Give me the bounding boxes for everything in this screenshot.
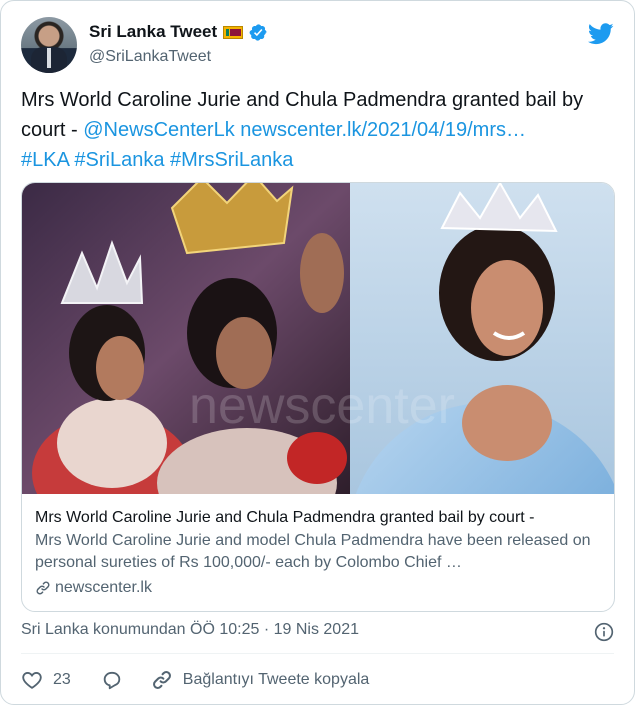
- tweet-timestamp[interactable]: Sri Lanka konumundan ÖÖ 10:25 · 19 Nis 2…: [21, 621, 359, 639]
- verified-badge-icon: [249, 23, 267, 41]
- card-site[interactable]: newscenter.lk: [35, 577, 602, 599]
- heart-icon: [22, 672, 42, 689]
- link-icon: [36, 581, 50, 595]
- info-icon[interactable]: [594, 622, 614, 642]
- card-body: Mrs World Caroline Jurie and Chula Padme…: [35, 507, 602, 599]
- hashtag-link[interactable]: #SriLanka: [74, 149, 164, 171]
- sri-lanka-flag-icon: [223, 25, 244, 39]
- tweet-embed: Sri Lanka Tweet @SriLankaTweet Mrs World…: [0, 0, 635, 705]
- reply-button[interactable]: [101, 669, 123, 691]
- card-image[interactable]: newscenter: [22, 183, 615, 494]
- hashtag-link[interactable]: #MrsSriLanka: [170, 149, 293, 171]
- tweet-header: Sri Lanka Tweet @SriLankaTweet: [21, 17, 618, 73]
- author-display-name-row[interactable]: Sri Lanka Tweet: [89, 21, 268, 43]
- avatar[interactable]: [21, 17, 77, 73]
- link-preview-card[interactable]: newscenter Mrs World Caroline Jurie and …: [21, 182, 615, 612]
- mention-link[interactable]: @NewsCenterLk: [83, 119, 234, 141]
- author-handle[interactable]: @SriLankaTweet: [89, 48, 268, 66]
- copy-link-button[interactable]: Bağlantıyı Tweete kopyala: [151, 669, 370, 691]
- like-button[interactable]: 23: [21, 669, 71, 691]
- card-site-domain[interactable]: newscenter.lk: [55, 577, 152, 599]
- url-link[interactable]: newscenter.lk/2021/04/19/mrs…: [240, 119, 526, 141]
- twitter-bird-icon[interactable]: [588, 23, 614, 45]
- tweet-text: Mrs World Caroline Jurie and Chula Padme…: [21, 85, 621, 175]
- copy-link-label: Bağlantıyı Tweete kopyala: [182, 671, 370, 688]
- reply-icon: [103, 671, 121, 690]
- watermark-text: newscenter: [189, 377, 455, 435]
- author-display-name[interactable]: Sri Lanka Tweet: [89, 22, 217, 42]
- card-title[interactable]: Mrs World Caroline Jurie and Chula Padme…: [35, 507, 602, 529]
- hashtag-link[interactable]: #LKA: [21, 149, 69, 171]
- tweet-actions: 23 Bağlantıyı Tweete kopyala: [21, 668, 369, 692]
- author-names: Sri Lanka Tweet @SriLankaTweet: [89, 21, 268, 66]
- divider: [21, 653, 614, 654]
- card-description: Mrs World Caroline Jurie and model Chula…: [35, 532, 591, 571]
- copy-link-icon: [152, 671, 171, 689]
- like-count: 23: [53, 671, 71, 688]
